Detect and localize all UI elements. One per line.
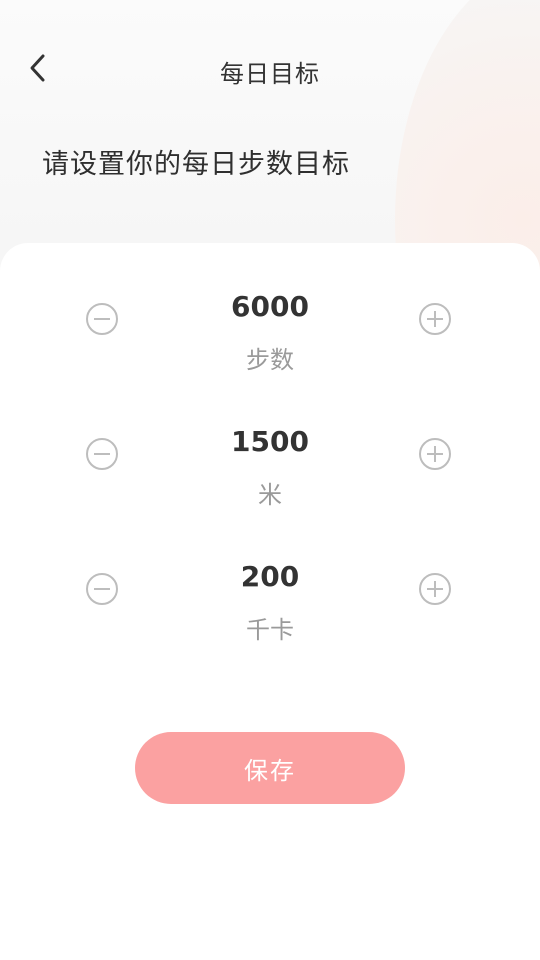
plus-circle-icon	[418, 572, 452, 610]
steps-unit: 步数	[246, 346, 294, 374]
calories-increase-button[interactable]	[418, 572, 452, 610]
instruction-text: 请设置你的每日步数目标	[42, 149, 350, 180]
calories-value: 200	[240, 560, 300, 593]
distance-value: 1500	[231, 425, 309, 458]
steps-increase-button[interactable]	[418, 302, 452, 340]
steps-goal-row: 6000 步数	[0, 290, 540, 400]
calories-goal-row: 200 千卡	[0, 560, 540, 670]
steps-value: 6000	[231, 290, 309, 323]
page-title: 每日目标	[220, 60, 320, 88]
plus-circle-icon	[418, 437, 452, 475]
distance-goal-row: 1500 米	[0, 425, 540, 535]
distance-unit: 米	[258, 481, 282, 509]
plus-circle-icon	[418, 302, 452, 340]
distance-increase-button[interactable]	[418, 437, 452, 475]
top-bar: 每日目标	[0, 40, 540, 100]
calories-unit: 千卡	[246, 616, 294, 644]
save-button[interactable]: 保存	[135, 732, 405, 804]
